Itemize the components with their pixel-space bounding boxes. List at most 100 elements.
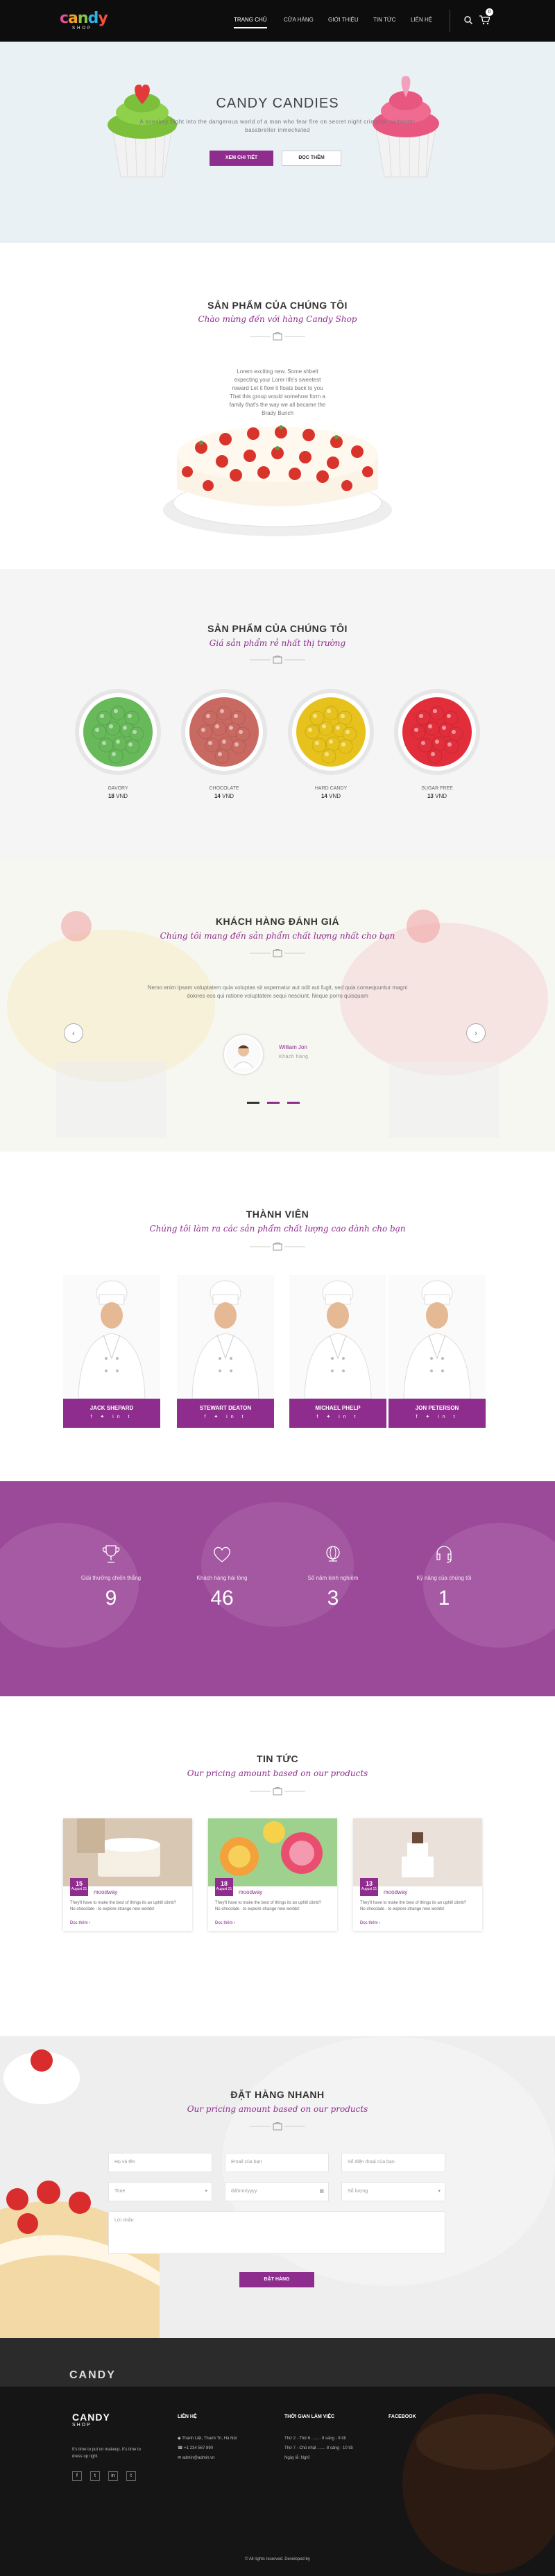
news-card[interactable]: 15 August 21 moodway They'll have to make…	[63, 1818, 192, 1931]
candy-price: 14 VND	[321, 793, 341, 799]
news-author: moodway	[384, 1889, 408, 1895]
candy-bowl-image	[75, 689, 161, 775]
phone-field[interactable]: Số điện thoại của bạn	[341, 2153, 445, 2172]
footer-phone: ☎ +1 234 567 890	[178, 2446, 214, 2450]
time-select[interactable]: Time ▾	[108, 2182, 212, 2201]
member-name: STEWART DEATON	[199, 1405, 252, 1411]
heart-icon	[214, 1546, 230, 1562]
stat-label: Khách hàng hài lòng	[196, 1575, 248, 1581]
chef-photo	[388, 1275, 486, 1399]
section-title: ĐẶT HÀNG NHANH	[230, 2089, 325, 2100]
email-field[interactable]: Email của bạn	[225, 2153, 329, 2172]
candy-name: HARD CANDY	[314, 786, 348, 791]
nav-home[interactable]: TRANG CHỦ	[234, 17, 267, 28]
candy-item[interactable]: CHOCOLATE 14 VND	[176, 687, 273, 799]
footer-hours-title: THỜI GIAN LÀM VIỆC	[284, 2414, 335, 2419]
hero-title: CANDY CANDIES	[216, 96, 339, 111]
date-badge: 13 August 21	[360, 1878, 378, 1896]
section-subtitle: Chúng tôi làm ra các sản phẩm chất lượng…	[149, 1224, 406, 1234]
team-member-card[interactable]: STEWART DEATON f ✦ in t	[177, 1275, 274, 1442]
cart-count-badge: 0	[486, 8, 493, 16]
review-prev-button[interactable]: ‹	[64, 1023, 83, 1043]
candy-bowl-image	[394, 689, 480, 775]
footer-hours-weekday: Thứ 2 - Thứ 6 ........ 8 sáng - 9 tối	[284, 2437, 346, 2441]
footer-logo-sub: SHOP	[72, 2423, 92, 2428]
team-member-card[interactable]: JON PETERSON f ✦ in t	[388, 1275, 486, 1442]
headset-icon	[436, 1546, 452, 1563]
read-more-link[interactable]: Đọc thêm ›	[215, 1921, 235, 1925]
stat-value: 1	[438, 1587, 450, 1610]
carousel-dot-active[interactable]	[267, 1102, 280, 1104]
tumblr-icon[interactable]: t	[126, 2471, 136, 2481]
calendar-icon: ▦	[319, 2189, 324, 2194]
member-name: MICHAEL PHELP	[315, 1405, 361, 1411]
news-image-cake-baking	[63, 1818, 192, 1886]
cupcake-divider-icon	[250, 1787, 305, 1795]
nav-about[interactable]: GIỚI THIỆU	[328, 17, 359, 23]
nav-news[interactable]: TIN TỨC	[373, 17, 395, 23]
section-title: TIN TỨC	[256, 1753, 299, 1764]
message-textarea[interactable]: Lời nhắn	[108, 2211, 445, 2254]
review-next-button[interactable]: ›	[466, 1023, 486, 1043]
news-excerpt: They'll have to make the best of things …	[215, 1901, 321, 1911]
news-card[interactable]: 18 August 21 moodway They'll have to make…	[208, 1818, 337, 1931]
member-social-icons[interactable]: f ✦ in t	[63, 1414, 160, 1419]
read-more-link[interactable]: Đọc thêm ›	[70, 1921, 90, 1925]
section-subtitle: Chúng tôi mang đến sản phẩm chất lượng n…	[160, 931, 395, 941]
linkedin-icon[interactable]: in	[108, 2471, 118, 2481]
review-quote: Nemo enim ipsam voluptatem quia voluptas…	[147, 984, 408, 999]
candy-name: CHOCOLATE	[209, 786, 239, 791]
carousel-dot[interactable]	[247, 1102, 259, 1104]
section-title: SẢN PHẨM CỦA CHÚNG TÔI	[207, 300, 348, 311]
view-details-button[interactable]: XEM CHI TIẾT	[210, 151, 273, 166]
member-social-icons[interactable]: f ✦ in t	[388, 1414, 486, 1419]
chef-photo	[63, 1275, 160, 1399]
news-author: moodway	[94, 1889, 118, 1895]
stat-label: Giải thưởng chiến thắng	[80, 1575, 142, 1581]
chevron-down-icon: ▾	[205, 2189, 207, 2194]
carousel-dot[interactable]	[287, 1102, 300, 1104]
reviewer-role: Khách hàng	[279, 1055, 309, 1059]
news-card[interactable]: 13 August 21 moodway They'll have to make…	[353, 1818, 482, 1931]
twitter-icon[interactable]: t	[90, 2471, 100, 2481]
nav-contact[interactable]: LIÊN HỆ	[411, 17, 432, 23]
candy-bowl-image	[288, 689, 374, 775]
order-submit-button[interactable]: ĐẶT HÀNG	[239, 2272, 314, 2287]
footer-email[interactable]: ✉ admin@admin.vn	[178, 2455, 214, 2462]
team-member-card[interactable]: JACK SHEPARD f ✦ in t	[63, 1275, 160, 1442]
facebook-icon[interactable]: f	[72, 2471, 82, 2481]
footer-hours-holiday: Ngày lễ: Nghỉ	[284, 2456, 310, 2460]
candy-bowl-image	[181, 689, 267, 775]
cupcake-divider-icon	[250, 1243, 305, 1251]
member-name: JON PETERSON	[415, 1405, 459, 1411]
candy-item[interactable]: SUGAR FREE 13 VND	[388, 687, 486, 799]
hero-subtitle: A sneakey flight into the dangerous worl…	[139, 119, 416, 133]
read-more-button[interactable]: ĐỌC THÊM	[282, 151, 341, 166]
name-field[interactable]: Họ và tên	[108, 2153, 212, 2172]
date-field[interactable]: dd/mm/yyyy ▦	[225, 2182, 329, 2201]
nav-shop[interactable]: CỬA HÀNG	[284, 17, 314, 23]
search-icon[interactable]	[463, 15, 473, 25]
cupcake-divider-icon	[250, 949, 305, 957]
logo-subtitle: SHOP	[72, 26, 93, 31]
quantity-select[interactable]: Số lượng ▾	[341, 2182, 445, 2201]
section-subtitle: Our pricing amount based on our products	[187, 1768, 368, 1778]
team-member-card[interactable]: MICHAEL PHELP f ✦ in t	[289, 1275, 386, 1442]
section-title: THÀNH VIÊN	[246, 1209, 309, 1220]
page: candy SHOP TRANG CHỦ CỬA HÀNG GIỚI THIỆU…	[0, 0, 555, 2576]
member-name-bar: JACK SHEPARD f ✦ in t	[63, 1399, 160, 1428]
site-logo[interactable]: candy	[60, 10, 108, 27]
products-section: SẢN PHẨM CỦA CHÚNG TÔI Chào mừng đến với…	[0, 243, 555, 569]
member-social-icons[interactable]: f ✦ in t	[289, 1414, 386, 1419]
footer-about: It's time to put on makeup. It's time to…	[72, 2448, 141, 2459]
member-social-icons[interactable]: f ✦ in t	[177, 1414, 274, 1419]
candy-item[interactable]: HARD CANDY 14 VND	[282, 687, 379, 799]
stat-customers: Khách hàng hài lòng 46	[166, 1544, 278, 1610]
globe-icon	[326, 1546, 340, 1562]
read-more-link[interactable]: Đọc thêm ›	[360, 1921, 380, 1925]
news-excerpt: They'll have to make the best of things …	[360, 1901, 466, 1911]
site-footer: CANDY SHOP It's time to put on makeup. I…	[0, 2387, 555, 2576]
date-badge: 15 August 21	[70, 1878, 88, 1896]
cupcake-background-image	[7, 910, 548, 1138]
candy-item[interactable]: GAVORY 18 VND	[69, 687, 166, 799]
